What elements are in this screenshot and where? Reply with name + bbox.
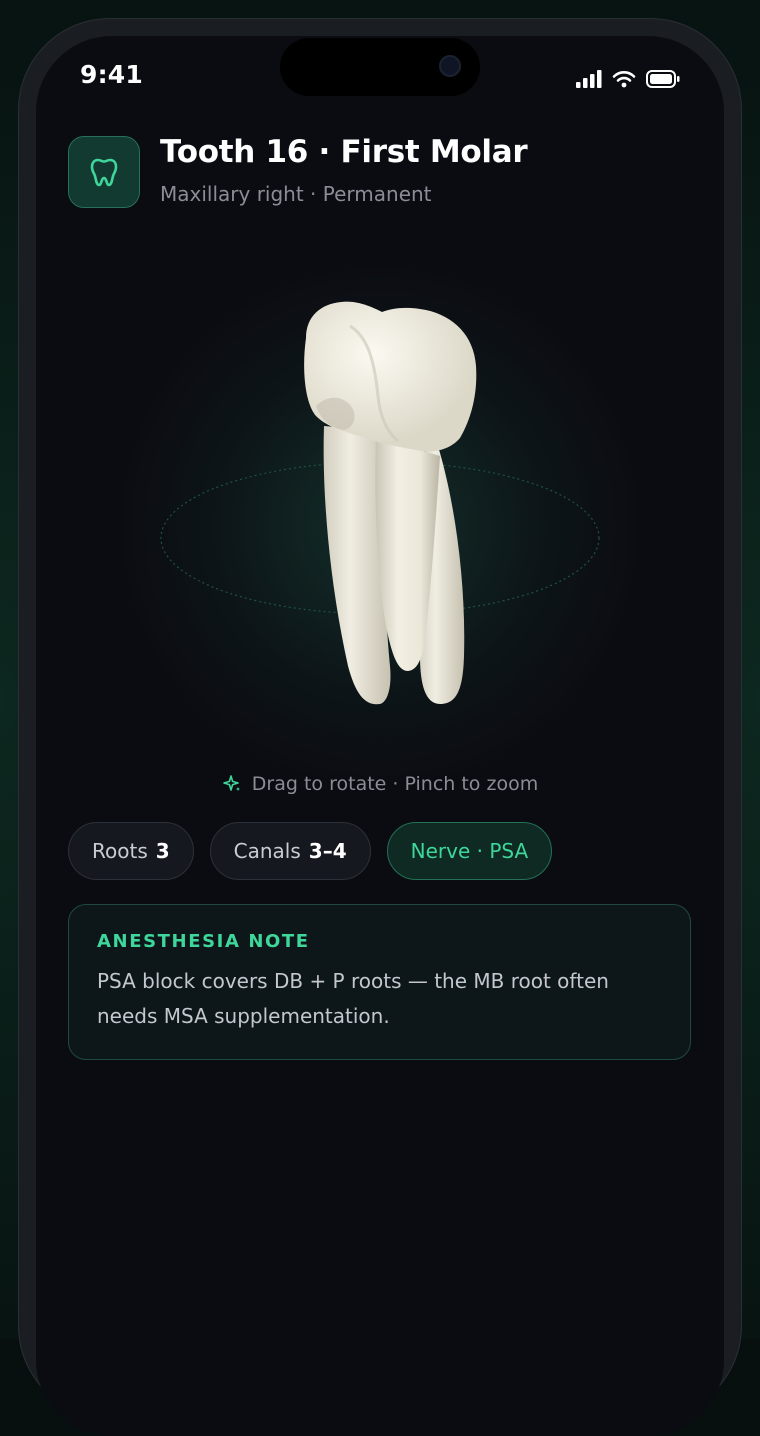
camera-icon: [439, 55, 461, 77]
canals-chip-value: 3–4: [308, 839, 347, 863]
battery-icon: [646, 70, 680, 88]
tooth-model: [160, 301, 600, 705]
roots-chip[interactable]: Roots 3: [68, 822, 194, 880]
nerve-chip-label: Nerve · PSA: [410, 839, 529, 863]
canals-chip-label: Canals: [233, 839, 301, 863]
phone-screen: 9:41 Tooth 16 · First Molar Maxillary ri…: [36, 36, 724, 1436]
signal-icon: [576, 70, 602, 88]
roots-chip-label: Roots: [92, 839, 148, 863]
tooth-facts-chips: Roots 3 Canals 3–4 Nerve · PSA: [68, 822, 553, 880]
tooth-icon-badge: [68, 136, 140, 208]
tooth-icon: [90, 158, 118, 187]
nerve-chip[interactable]: Nerve · PSA: [386, 822, 553, 880]
tooth-3d-viewer[interactable]: [36, 246, 724, 786]
sparkle-icon: [222, 775, 240, 791]
page-title: Tooth 16 · First Molar: [160, 134, 528, 170]
dynamic-island: [280, 38, 480, 96]
note-label: ANESTHESIA NOTE: [97, 931, 310, 952]
page-subtitle: Maxillary right · Permanent: [160, 182, 432, 206]
wifi-icon: [612, 71, 636, 88]
status-time: 9:41: [80, 60, 143, 89]
viewer-hint-text: Drag to rotate · Pinch to zoom: [251, 773, 539, 795]
roots-chip-value: 3: [155, 839, 170, 863]
viewer-hint: Drag to rotate · Pinch to zoom: [36, 773, 724, 795]
status-icons: [576, 68, 680, 90]
canals-chip[interactable]: Canals 3–4: [209, 822, 371, 880]
note-body: PSA block covers DB + P roots — the MB r…: [97, 969, 609, 1028]
anesthesia-note-card: ANESTHESIA NOTE PSA block covers DB + P …: [68, 904, 691, 1060]
